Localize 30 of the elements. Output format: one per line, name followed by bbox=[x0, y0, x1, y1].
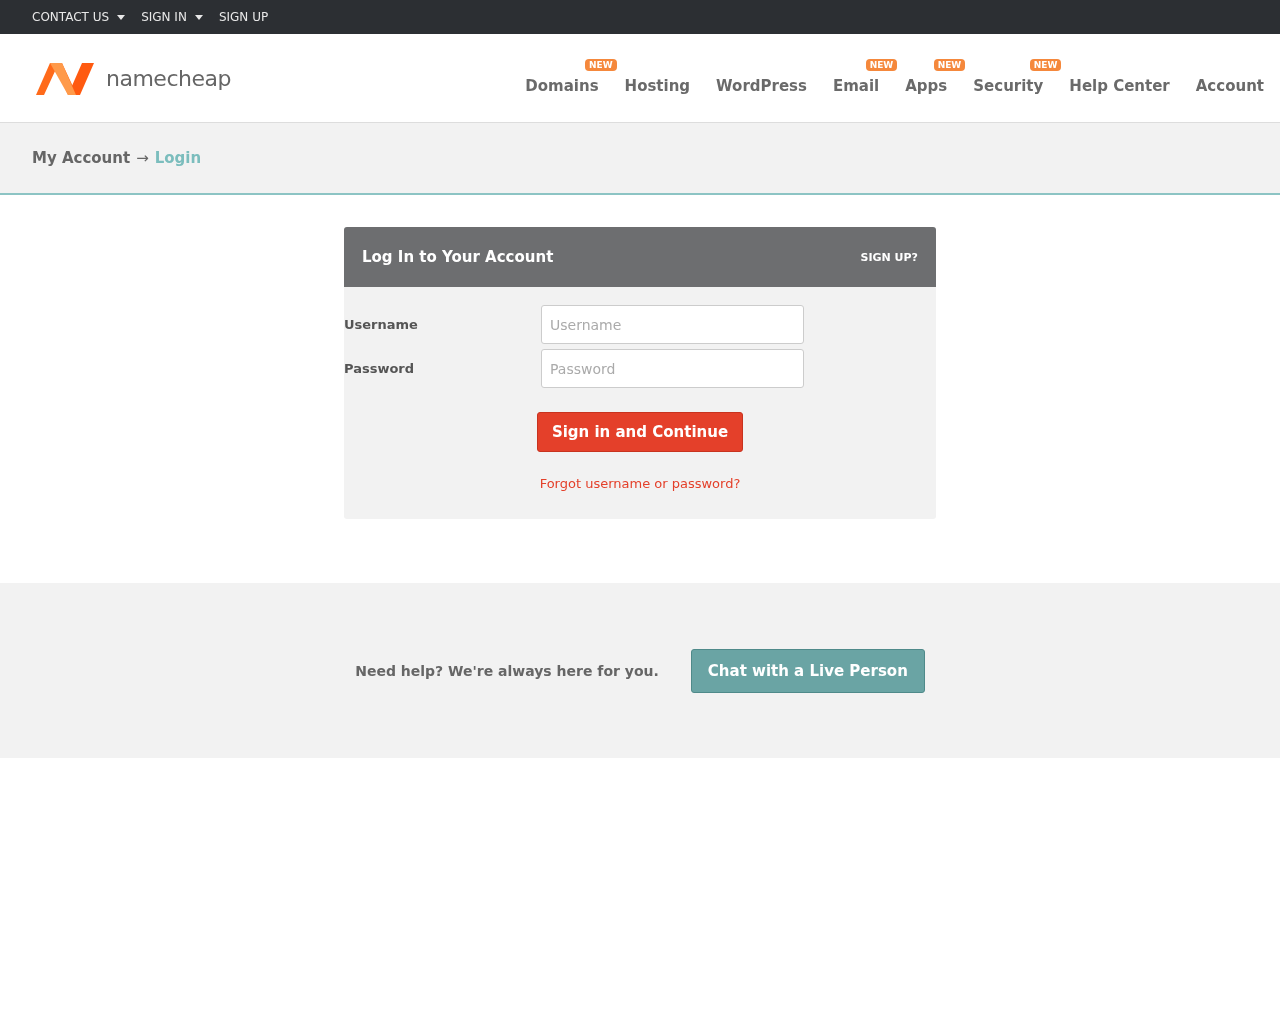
chat-button[interactable]: Chat with a Live Person bbox=[690, 648, 925, 693]
caret-icon bbox=[117, 14, 126, 20]
top-bar-link[interactable]: CONTACT US bbox=[32, 10, 126, 24]
top-bar-link[interactable]: SIGN IN bbox=[141, 10, 203, 24]
forgot-password-link[interactable]: Forgot username or password? bbox=[539, 476, 741, 491]
field-label: Username bbox=[344, 317, 419, 332]
field-label: Password bbox=[344, 361, 416, 376]
breadcrumb-parent: My Account bbox=[32, 149, 131, 167]
help-text: Need help? We're always here for you. bbox=[355, 662, 659, 679]
nav-link[interactable]: Email bbox=[832, 76, 880, 95]
sign-up-link[interactable]: SIGN UP? bbox=[860, 250, 918, 264]
new-badge: NEW bbox=[865, 58, 898, 71]
card-title: Log In to Your Account bbox=[362, 248, 554, 266]
new-badge: NEW bbox=[933, 58, 966, 71]
new-badge: NEW bbox=[584, 58, 617, 71]
input-field[interactable]: Password bbox=[541, 349, 804, 388]
breadcrumb-separator: → bbox=[136, 149, 149, 167]
nav-link[interactable]: Help Center bbox=[1069, 76, 1170, 95]
nav-link[interactable]: WordPress bbox=[716, 76, 807, 95]
nav-link[interactable]: Hosting bbox=[624, 76, 691, 95]
nav-link[interactable]: Apps bbox=[905, 76, 948, 95]
nav-link[interactable]: Security bbox=[973, 76, 1044, 95]
nav-link[interactable]: Domains bbox=[525, 76, 599, 95]
caret-icon bbox=[194, 14, 203, 20]
nav-link[interactable]: Account bbox=[1195, 76, 1264, 95]
logo-text: namecheap bbox=[106, 65, 231, 91]
sign-in-button[interactable]: Sign in and Continue bbox=[536, 412, 744, 452]
new-badge: NEW bbox=[1029, 58, 1062, 71]
input-field[interactable]: Username bbox=[541, 305, 804, 344]
top-bar-link[interactable]: SIGN UP bbox=[218, 10, 269, 24]
